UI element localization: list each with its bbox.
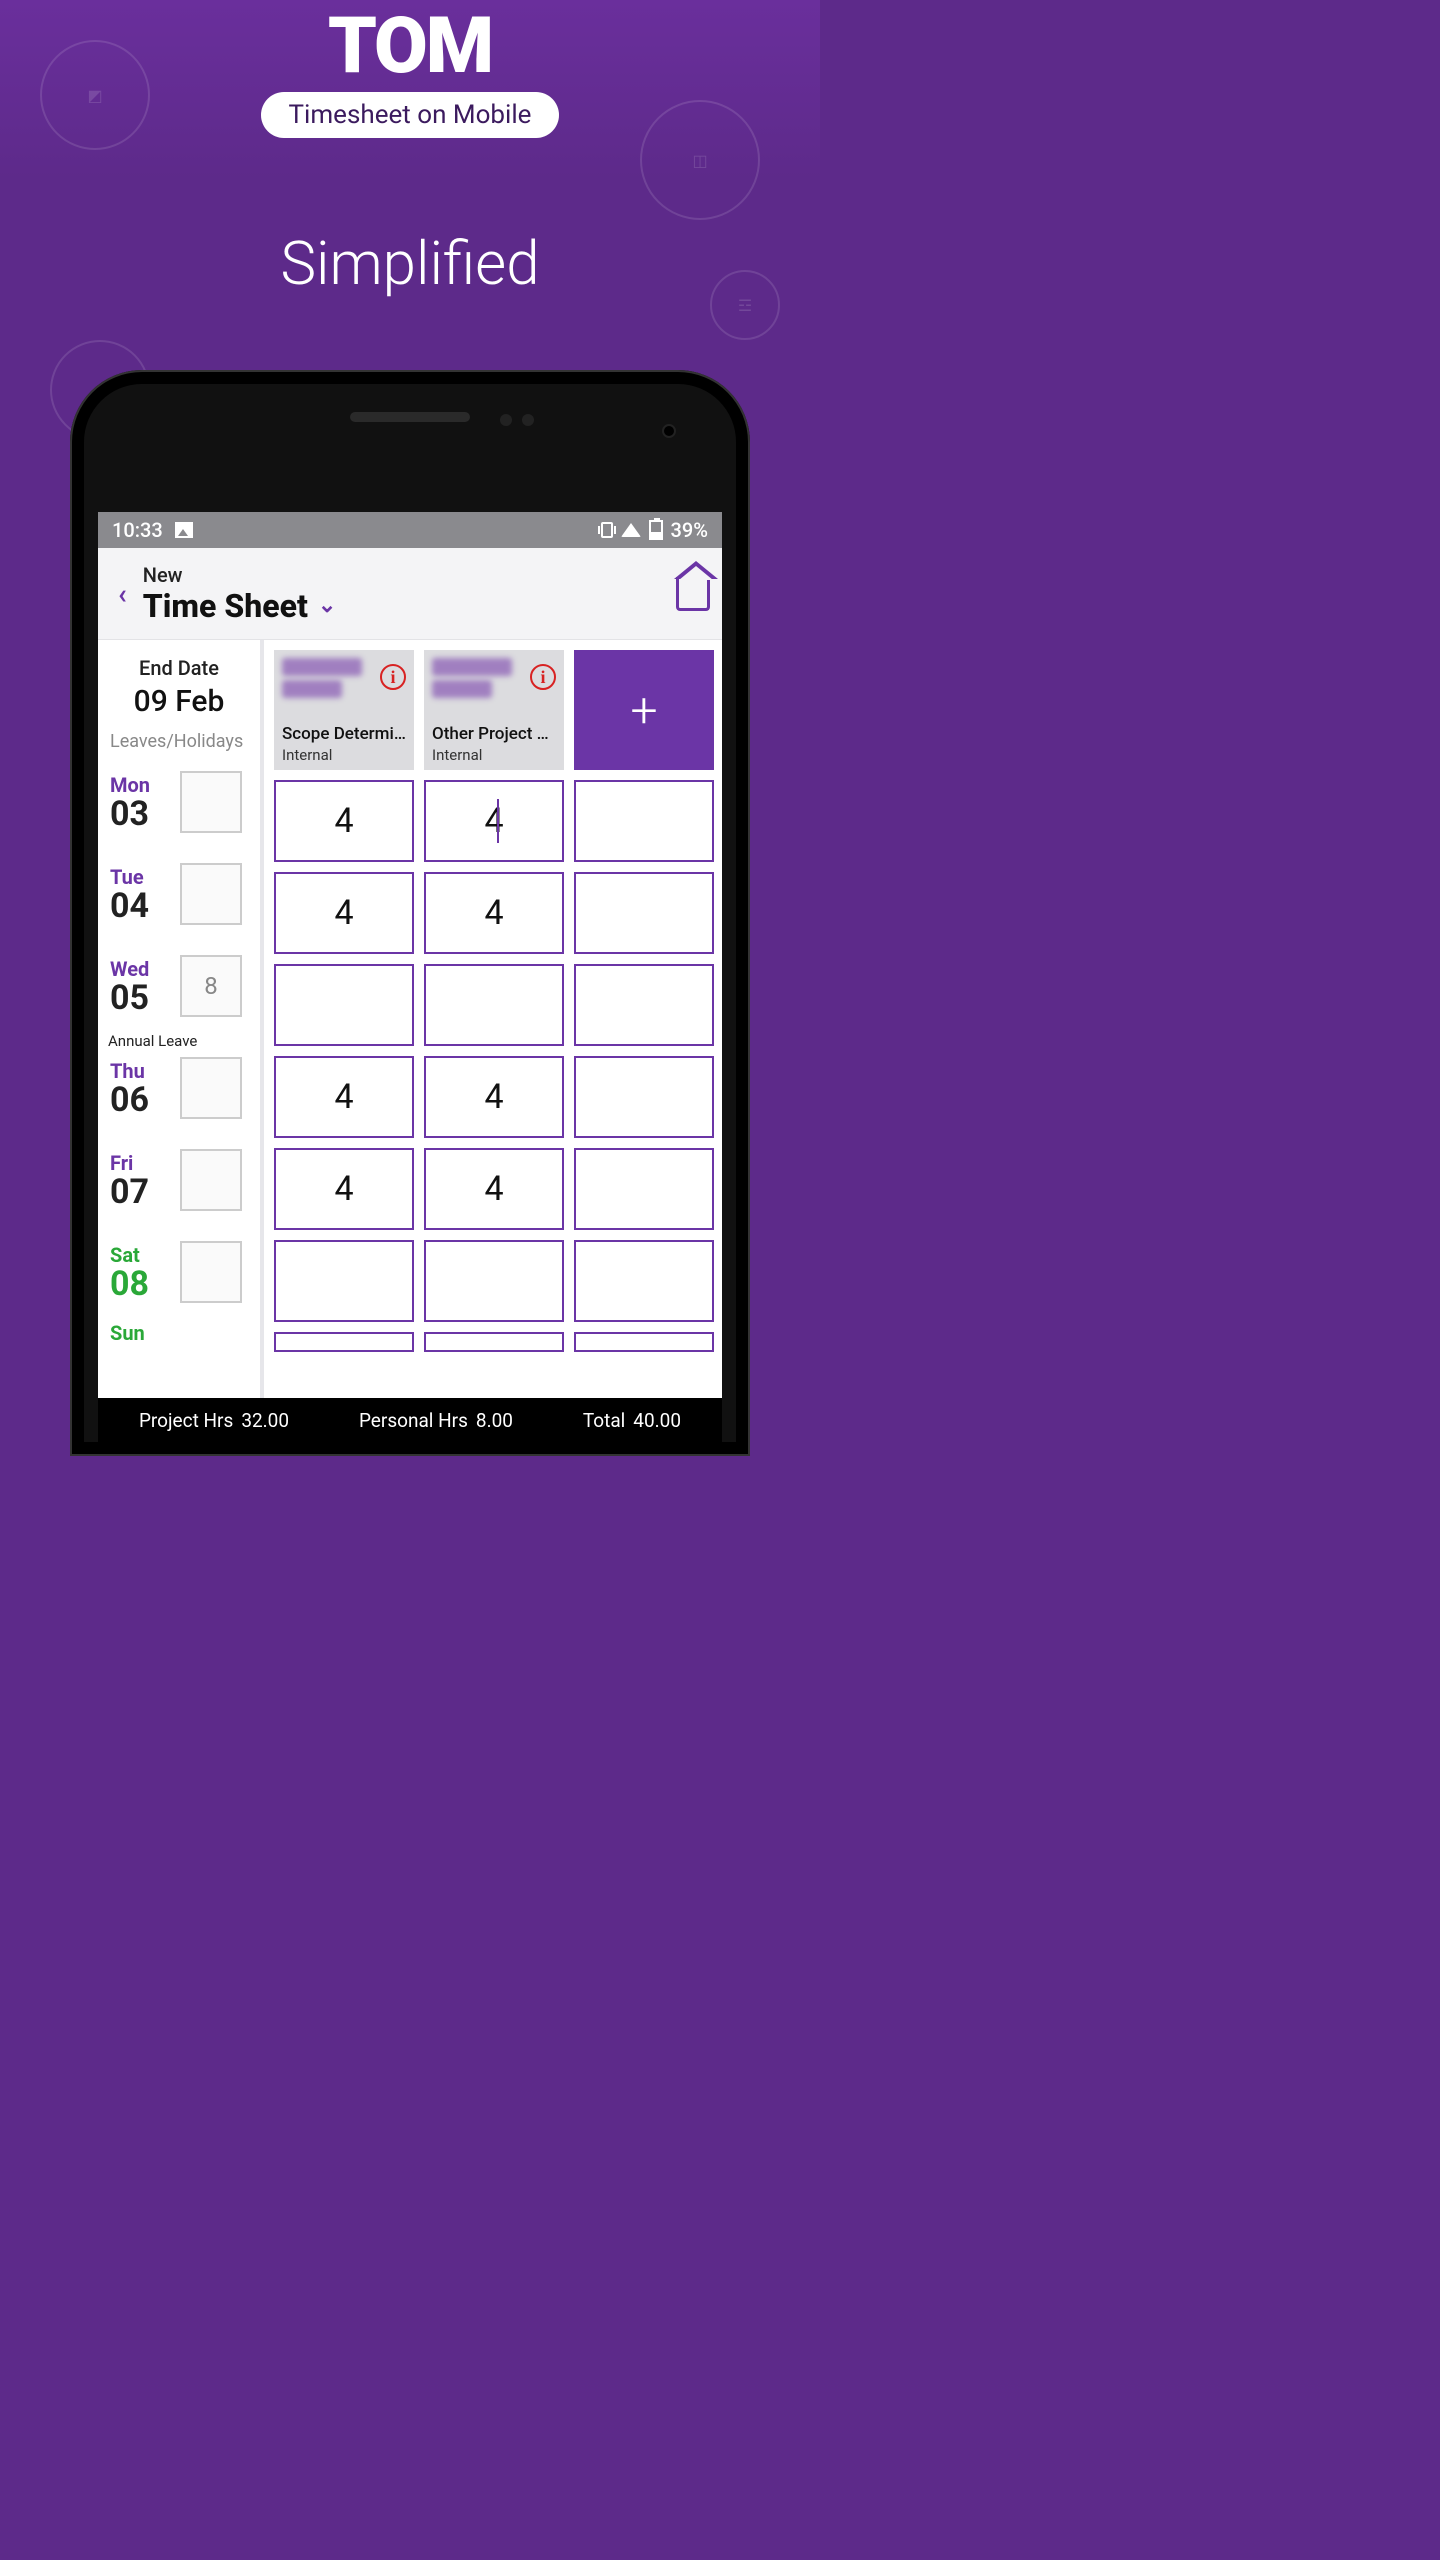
bg-decoration-icon: ◫ [640,100,760,220]
battery-icon [649,520,663,540]
end-date-label: End Date [108,656,250,680]
hour-cell[interactable] [274,1240,414,1322]
project-column: i Scope Determin… Internal 4 4 4 4 [274,650,414,1398]
hour-cell[interactable]: 4 [274,872,414,954]
brand-title: TOM [328,8,492,86]
hour-cell[interactable]: 4 [424,1148,564,1230]
project-name: Scope Determin… [282,724,406,744]
plus-icon: + [630,682,657,739]
project-hours-label: Project Hrs [139,1409,233,1432]
day-of-week: Sun [110,1321,180,1345]
leave-input[interactable] [180,1057,242,1119]
home-icon[interactable] [676,577,710,611]
end-date-value: 09 Feb [108,684,250,719]
hour-cell[interactable] [424,964,564,1046]
status-bar: 10:33 39% [98,512,722,548]
hour-cell[interactable] [574,1148,714,1230]
chevron-down-icon[interactable]: ⌄ [318,593,336,618]
hour-cell[interactable] [574,872,714,954]
brand-subtitle: Timesheet on Mobile [261,92,560,138]
day-row: Fri07 [98,1134,260,1226]
day-of-month: 07 [110,1175,180,1209]
battery-percent: 39% [671,518,708,542]
hour-cell[interactable] [274,1332,414,1352]
hour-cell[interactable]: 4 [274,1148,414,1230]
phone-camera [662,424,676,438]
day-row: Sun [98,1318,260,1348]
bg-decoration-icon: ☲ [710,270,780,340]
day-of-month: 06 [110,1083,180,1117]
hour-cell[interactable] [574,1056,714,1138]
vibrate-icon [601,522,613,538]
totals-bar: Project Hrs 32.00 Personal Hrs 8.00 Total 4… [98,1398,722,1442]
wifi-icon [621,523,641,537]
hour-cell[interactable] [574,1240,714,1322]
phone-speaker [350,412,470,422]
hour-cell[interactable] [574,964,714,1046]
timesheet-grid: End Date 09 Feb Leaves/Holidays Mon03 Tu… [98,640,722,1398]
day-row: Wed05 8 Annual Leave [98,940,260,1032]
project-header[interactable]: i Scope Determin… Internal [274,650,414,770]
project-type: Internal [432,746,556,764]
project-type: Internal [282,746,406,764]
info-icon[interactable]: i [530,664,556,690]
day-row: Mon03 [98,756,260,848]
info-icon[interactable]: i [380,664,406,690]
phone-frame: 10:33 39% ‹ New [70,370,750,1456]
day-of-month: 05 [110,981,180,1015]
leave-input[interactable] [180,771,242,833]
day-row: Thu06 [98,1042,260,1134]
hour-cell[interactable]: 4 [274,1056,414,1138]
leave-input[interactable] [180,1149,242,1211]
leave-input[interactable] [180,863,242,925]
phone-sensors [500,414,534,426]
hour-cell[interactable]: 4 [424,872,564,954]
hour-cell[interactable] [574,780,714,862]
project-columns: i Scope Determin… Internal 4 4 4 4 [264,640,722,1398]
date-column: End Date 09 Feb Leaves/Holidays Mon03 Tu… [98,640,264,1398]
bg-decoration-icon: ◩ [40,40,150,150]
hour-cell[interactable] [274,964,414,1046]
total-hours-label: Total [583,1409,625,1432]
add-project-button[interactable]: + [574,650,714,770]
project-header[interactable]: i Other Project A… Internal [424,650,564,770]
leaves-header: Leaves/Holidays [98,727,260,756]
hour-cell[interactable]: 4 [274,780,414,862]
project-hours-value: 32.00 [241,1409,289,1432]
leave-input[interactable] [180,1241,242,1303]
day-row: Sat08 [98,1226,260,1318]
day-of-month: 08 [110,1267,180,1301]
leave-input[interactable]: 8 [180,955,242,1017]
hour-cell[interactable] [574,1332,714,1352]
end-date-block: End Date 09 Feb [98,640,260,727]
header-subtitle: New [143,563,676,587]
day-row: Tue04 [98,848,260,940]
status-time: 10:33 [112,518,163,542]
header-title: Time Sheet [143,587,308,625]
hour-cell[interactable]: 4 [424,780,564,862]
project-name: Other Project A… [432,724,556,744]
day-of-month: 03 [110,797,180,831]
day-of-month: 04 [110,889,180,923]
app-header: ‹ New Time Sheet ⌄ [98,548,722,640]
back-button[interactable]: ‹ [110,569,135,618]
total-hours-value: 40.00 [633,1409,681,1432]
tagline: Simplified [0,228,820,299]
project-column: i Other Project A… Internal 4 4 4 4 [424,650,564,1398]
add-project-column: + [574,650,714,1398]
hour-cell[interactable] [424,1240,564,1322]
hour-cell[interactable]: 4 [424,1056,564,1138]
image-icon [175,522,193,538]
app-screen: 10:33 39% ‹ New [98,512,722,1442]
personal-hours-label: Personal Hrs [359,1409,468,1432]
hour-cell[interactable] [424,1332,564,1352]
personal-hours-value: 8.00 [476,1409,513,1432]
